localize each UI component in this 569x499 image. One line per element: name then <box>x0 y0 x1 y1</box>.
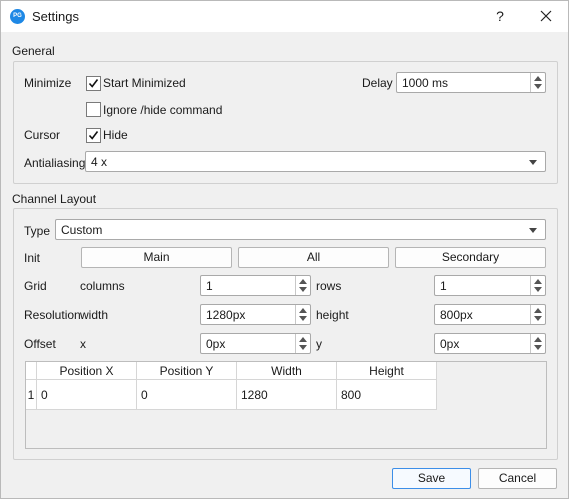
checkmark-icon <box>88 131 99 140</box>
init-secondary-button[interactable]: Secondary <box>395 247 546 268</box>
layout-table[interactable]: Position X Position Y Width Height 1 0 0… <box>25 361 547 449</box>
antialiasing-select[interactable]: 4 x <box>85 151 546 172</box>
offset-y-value: 0px <box>440 337 460 351</box>
chevron-down-icon <box>529 160 537 165</box>
delay-spinbox[interactable]: 1000 ms <box>396 72 546 93</box>
type-value: Custom <box>61 223 103 237</box>
table-cell[interactable]: 1280 <box>237 380 337 410</box>
app-logo-icon: PG <box>10 9 25 24</box>
hide-cursor-checkbox[interactable] <box>86 128 101 143</box>
delay-value: 1000 ms <box>402 76 449 90</box>
height-value: 800px <box>440 308 473 322</box>
channel-layout-section-label: Channel Layout <box>12 192 97 206</box>
arrow-down-icon <box>299 316 307 321</box>
y-label: y <box>316 337 322 351</box>
rows-label: rows <box>316 279 342 293</box>
type-select[interactable]: Custom <box>55 219 546 240</box>
columns-label: columns <box>80 279 125 293</box>
cancel-button[interactable]: Cancel <box>478 468 557 489</box>
columns-stepper[interactable] <box>295 276 310 295</box>
init-main-button[interactable]: Main <box>81 247 232 268</box>
columns-value: 1 <box>206 279 213 293</box>
arrow-down-icon <box>534 84 542 89</box>
offset-x-spinbox[interactable]: 0px <box>200 333 311 354</box>
height-stepper[interactable] <box>530 305 545 324</box>
checkmark-icon <box>88 79 99 88</box>
height-label: height <box>316 308 349 322</box>
arrow-up-icon <box>534 76 542 81</box>
arrow-up-icon <box>299 279 307 284</box>
offset-label: Offset <box>24 337 56 351</box>
help-button[interactable]: ? <box>489 6 511 26</box>
width-value: 1280px <box>206 308 246 322</box>
general-group: Minimize Start Minimized Delay 1000 ms I… <box>13 61 558 184</box>
columns-spinbox[interactable]: 1 <box>200 275 311 296</box>
rows-value: 1 <box>440 279 447 293</box>
close-icon <box>540 10 552 22</box>
save-button[interactable]: Save <box>392 468 471 489</box>
ignore-hide-checkbox[interactable] <box>86 102 101 117</box>
arrow-down-icon <box>299 287 307 292</box>
delay-label: Delay <box>362 76 393 90</box>
width-label: width <box>80 308 109 322</box>
arrow-up-icon <box>534 279 542 284</box>
arrow-up-icon <box>534 308 542 313</box>
rows-spinbox[interactable]: 1 <box>434 275 546 296</box>
resolution-label: Resolution <box>24 308 81 322</box>
arrow-down-icon <box>534 287 542 292</box>
table-cell[interactable]: 0 <box>37 380 137 410</box>
offset-x-value: 0px <box>206 337 226 351</box>
delay-stepper[interactable] <box>530 73 545 92</box>
arrow-down-icon <box>534 316 542 321</box>
type-label: Type <box>24 224 51 238</box>
rows-stepper[interactable] <box>530 276 545 295</box>
antialiasing-label: Antialiasing <box>24 156 86 170</box>
start-minimized-checkbox[interactable] <box>86 76 101 91</box>
width-spinbox[interactable]: 1280px <box>200 304 311 325</box>
column-header-height[interactable]: Height <box>337 362 437 380</box>
arrow-down-icon <box>534 345 542 350</box>
arrow-up-icon <box>299 337 307 342</box>
offset-y-spinbox[interactable]: 0px <box>434 333 546 354</box>
row-header[interactable]: 1 <box>26 380 37 410</box>
title-bar: PG Settings ? <box>1 1 568 32</box>
minimize-label: Minimize <box>24 76 72 90</box>
start-minimized-label: Start Minimized <box>103 76 186 90</box>
chevron-down-icon <box>529 228 537 233</box>
arrow-up-icon <box>534 337 542 342</box>
ignore-hide-label: Ignore /hide command <box>103 103 223 117</box>
column-header-position-y[interactable]: Position Y <box>137 362 237 380</box>
height-spinbox[interactable]: 800px <box>434 304 546 325</box>
close-button[interactable] <box>535 6 557 26</box>
window-title: Settings <box>32 9 79 24</box>
arrow-up-icon <box>299 308 307 313</box>
column-header-position-x[interactable]: Position X <box>37 362 137 380</box>
init-label: Init <box>24 251 41 265</box>
table-cell[interactable]: 0 <box>137 380 237 410</box>
offset-y-stepper[interactable] <box>530 334 545 353</box>
channel-layout-group: Type Custom Init Main All Secondary Grid… <box>13 208 558 460</box>
init-all-button[interactable]: All <box>238 247 389 268</box>
column-header-width[interactable]: Width <box>237 362 337 380</box>
hide-label: Hide <box>103 128 128 142</box>
settings-dialog: PG Settings ? General Minimize Start Min… <box>0 0 569 499</box>
width-stepper[interactable] <box>295 305 310 324</box>
table-corner <box>26 362 37 380</box>
grid-label: Grid <box>24 279 47 293</box>
offset-x-stepper[interactable] <box>295 334 310 353</box>
arrow-down-icon <box>299 345 307 350</box>
cursor-label: Cursor <box>24 128 61 142</box>
antialiasing-value: 4 x <box>91 155 108 169</box>
general-section-label: General <box>12 44 55 58</box>
x-label: x <box>80 337 86 351</box>
table-cell[interactable]: 800 <box>337 380 437 410</box>
